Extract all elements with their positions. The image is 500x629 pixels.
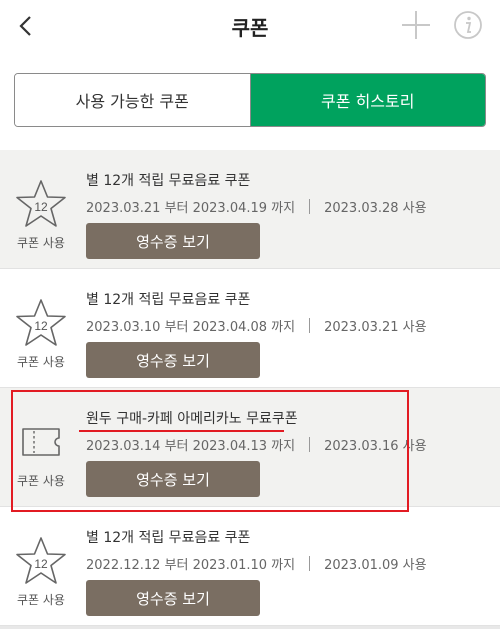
coupon-period: 2023.03.14 부터 2023.04.13 까지 xyxy=(86,439,296,454)
divider xyxy=(309,318,311,333)
coupon-list: 12 쿠폰 사용 별 12개 적립 무료음료 쿠폰 2023.03.21 부터 … xyxy=(0,150,500,626)
ticket-icon xyxy=(22,428,60,456)
info-icon[interactable] xyxy=(452,9,484,41)
coupon-dates: 2022.12.12 부터 2023.01.10 까지 2023.01.09 사… xyxy=(86,554,427,573)
coupon-dates: 2023.03.21 부터 2023.04.19 까지 2023.03.28 사… xyxy=(86,197,427,216)
view-receipt-button[interactable]: 영수증 보기 xyxy=(86,223,260,259)
coupon-status: 쿠폰 사용 xyxy=(17,593,65,607)
star-12-icon: 12 xyxy=(16,180,66,227)
top-bar: 쿠폰 xyxy=(0,0,500,52)
coupon-item: 쿠폰 사용 원두 구매-카페 아메리카노 무료쿠폰 2023.03.14 부터 … xyxy=(0,388,500,507)
view-receipt-button[interactable]: 영수증 보기 xyxy=(86,461,260,497)
coupon-period: 2023.03.21 부터 2023.04.19 까지 xyxy=(86,201,296,216)
coupon-status: 쿠폰 사용 xyxy=(17,474,65,488)
plus-icon[interactable] xyxy=(399,8,433,42)
coupon-used-date: 2023.01.09 사용 xyxy=(324,558,427,573)
coupon-tabs: 사용 가능한 쿠폰 쿠폰 히스토리 xyxy=(14,73,486,127)
tab-available-coupons[interactable]: 사용 가능한 쿠폰 xyxy=(15,74,251,126)
coupon-used-date: 2023.03.16 사용 xyxy=(324,439,427,454)
coupon-used-date: 2023.03.21 사용 xyxy=(324,320,427,335)
svg-text:12: 12 xyxy=(34,557,48,571)
coupon-title: 원두 구매-카페 아메리카노 무료쿠폰 xyxy=(86,411,298,427)
coupon-item: 12 쿠폰 사용 별 12개 적립 무료음료 쿠폰 2023.03.21 부터 … xyxy=(0,150,500,269)
view-receipt-button[interactable]: 영수증 보기 xyxy=(86,580,260,616)
coupon-status: 쿠폰 사용 xyxy=(17,236,65,250)
divider xyxy=(309,199,311,214)
coupon-period: 2022.12.12 부터 2023.01.10 까지 xyxy=(86,558,296,573)
coupon-title: 별 12개 적립 무료음료 쿠폰 xyxy=(86,292,251,308)
coupon-title: 별 12개 적립 무료음료 쿠폰 xyxy=(86,173,251,189)
star-12-icon: 12 xyxy=(16,537,66,584)
star-12-icon: 12 xyxy=(16,299,66,346)
title-underline xyxy=(79,430,284,432)
svg-text:12: 12 xyxy=(34,200,48,214)
tab-coupon-history[interactable]: 쿠폰 히스토리 xyxy=(250,74,485,126)
view-receipt-button[interactable]: 영수증 보기 xyxy=(86,342,260,378)
coupon-period: 2023.03.10 부터 2023.04.08 까지 xyxy=(86,320,296,335)
coupon-used-date: 2023.03.28 사용 xyxy=(324,201,427,216)
divider xyxy=(309,437,311,452)
coupon-title: 별 12개 적립 무료음료 쿠폰 xyxy=(86,530,251,546)
coupon-item: 12 쿠폰 사용 별 12개 적립 무료음료 쿠폰 2023.03.10 부터 … xyxy=(0,269,500,388)
coupon-dates: 2023.03.10 부터 2023.04.08 까지 2023.03.21 사… xyxy=(86,316,427,335)
divider xyxy=(309,556,311,571)
coupon-item: 12 쿠폰 사용 별 12개 적립 무료음료 쿠폰 2022.12.12 부터 … xyxy=(0,507,500,626)
coupon-status: 쿠폰 사용 xyxy=(17,355,65,369)
coupon-dates: 2023.03.14 부터 2023.04.13 까지 2023.03.16 사… xyxy=(86,435,427,454)
svg-text:12: 12 xyxy=(34,319,48,333)
